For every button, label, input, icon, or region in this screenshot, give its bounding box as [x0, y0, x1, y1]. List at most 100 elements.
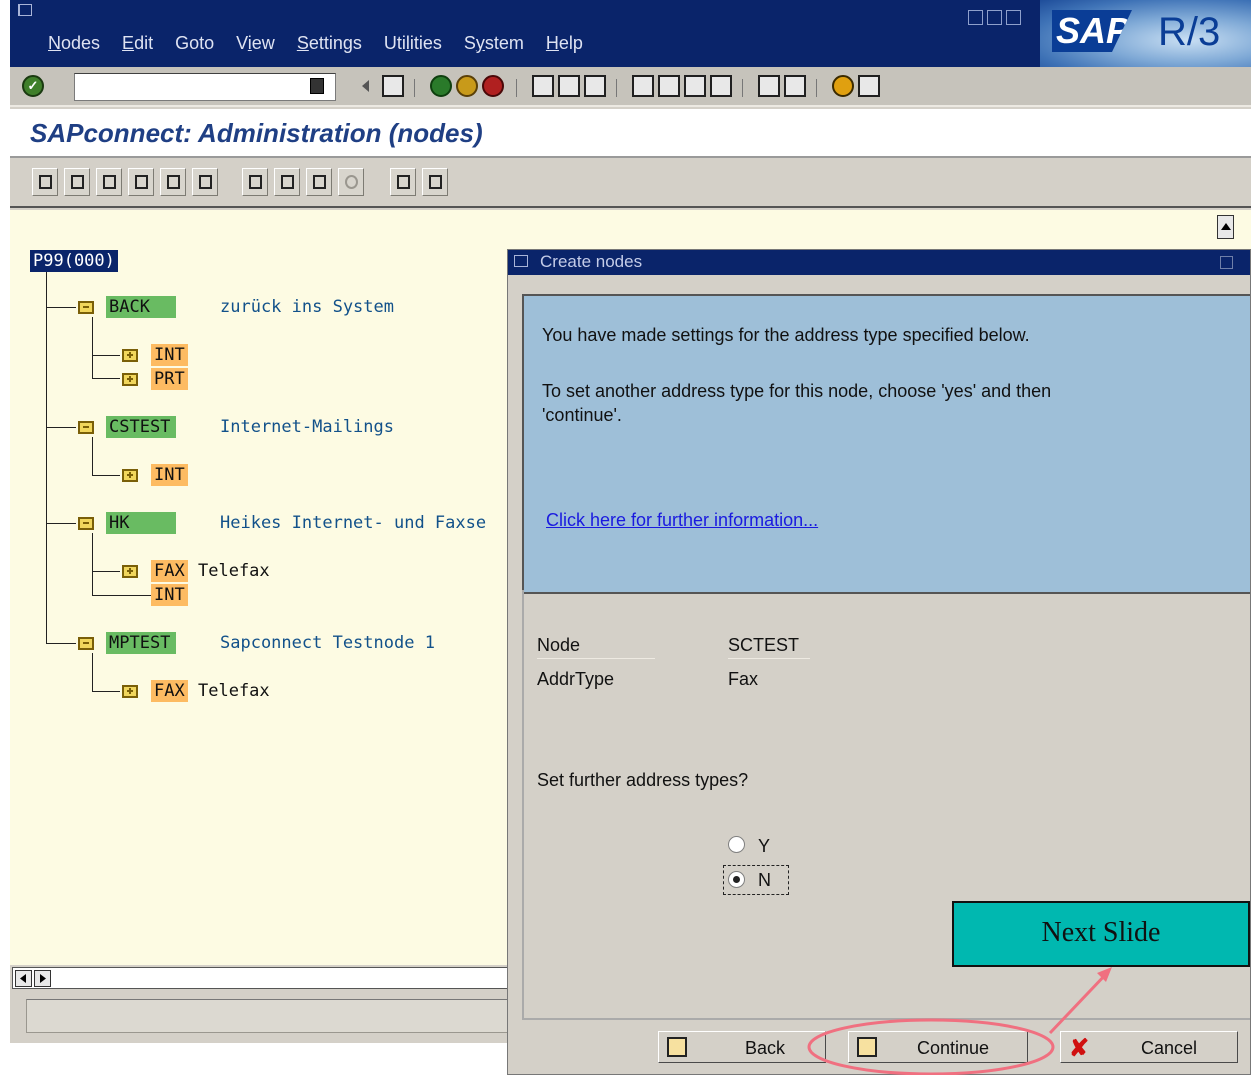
back-icon[interactable]	[430, 75, 452, 97]
collapse-button[interactable]	[306, 168, 332, 196]
radio-yes[interactable]	[728, 836, 745, 853]
refresh-icon	[249, 175, 262, 189]
delete-button[interactable]	[192, 168, 218, 196]
scroll-left-icon[interactable]	[15, 970, 32, 987]
back-button[interactable]: Back	[658, 1031, 826, 1063]
folder-closed-icon[interactable]	[122, 565, 138, 578]
menu-utilities[interactable]: Utilities	[384, 33, 442, 54]
addr-type-int[interactable]: INT	[151, 464, 188, 486]
enter-check-icon[interactable]: ✓	[22, 75, 44, 97]
tree-line	[92, 317, 93, 378]
node-cstest[interactable]: CSTEST	[106, 416, 176, 438]
menu-settings[interactable]: Settings	[297, 33, 362, 54]
routing-button[interactable]	[390, 168, 416, 196]
help-icon[interactable]	[832, 75, 854, 97]
folder-open-icon[interactable]	[78, 517, 94, 530]
folder-open-icon[interactable]	[78, 301, 94, 314]
shortcut-icon[interactable]	[784, 75, 806, 97]
copy-button[interactable]	[128, 168, 154, 196]
tree-line	[92, 437, 93, 475]
node-value: SCTEST	[728, 635, 800, 655]
first-page-icon[interactable]	[632, 75, 654, 97]
toolbar-separator	[616, 79, 617, 97]
addr-type-fax[interactable]: FAX	[151, 680, 188, 702]
find-icon[interactable]	[558, 75, 580, 97]
folder-closed-icon[interactable]	[122, 685, 138, 698]
routing-icon	[397, 175, 410, 189]
window-controls	[968, 10, 1021, 25]
folder-closed-icon[interactable]	[122, 349, 138, 362]
tree-line	[92, 533, 93, 595]
save-icon[interactable]	[382, 75, 404, 97]
node-back[interactable]: BACK	[106, 296, 176, 318]
folder-closed-icon[interactable]	[122, 373, 138, 386]
addr-type-prt[interactable]: PRT	[151, 368, 188, 390]
continue-button[interactable]: Continue	[848, 1031, 1028, 1063]
menu-help[interactable]: Help	[546, 33, 583, 54]
radio-yes-label: Y	[758, 836, 771, 856]
menu-system[interactable]: System	[464, 33, 524, 54]
display-button[interactable]	[96, 168, 122, 196]
change-button[interactable]	[64, 168, 90, 196]
application-toolbar	[10, 158, 1251, 208]
addr-type-int[interactable]: INT	[151, 584, 188, 606]
folder-open-icon[interactable]	[78, 637, 94, 650]
expand-button[interactable]	[274, 168, 300, 196]
node-mptest[interactable]: MPTEST	[106, 632, 176, 654]
tree-root-node[interactable]: P99(000)	[30, 250, 118, 272]
transport-button[interactable]	[160, 168, 186, 196]
refresh-button[interactable]	[242, 168, 268, 196]
cancel-x-icon: ✘	[1069, 1035, 1090, 1062]
command-history-icon[interactable]	[310, 78, 324, 94]
node-hk[interactable]: HK	[106, 512, 176, 534]
layout-menu-icon[interactable]	[858, 75, 880, 97]
menu-nodes[interactable]: Nodes	[48, 33, 100, 54]
menu-view[interactable]: View	[236, 33, 275, 54]
next-page-icon[interactable]	[684, 75, 706, 97]
folder-open-icon[interactable]	[78, 421, 94, 434]
dialog-menu-icon[interactable]	[514, 255, 528, 267]
scroll-up-icon[interactable]	[1217, 215, 1234, 239]
addr-type-fax[interactable]: FAX	[151, 560, 188, 582]
close-icon[interactable]	[1006, 10, 1021, 25]
continue-button-label: Continue	[917, 1038, 990, 1058]
folder-closed-icon[interactable]	[122, 469, 138, 482]
exit-icon[interactable]	[456, 75, 478, 97]
value-underline	[728, 658, 810, 659]
create-button[interactable]	[32, 168, 58, 196]
scroll-right-icon[interactable]	[34, 970, 51, 987]
addr-type-int[interactable]: INT	[151, 344, 188, 366]
question-label: Set further address types?	[537, 770, 749, 790]
menu-goto[interactable]: Goto	[175, 33, 214, 54]
page-title: SAPconnect: Administration (nodes)	[30, 118, 483, 148]
find-next-icon[interactable]	[584, 75, 606, 97]
command-field[interactable]	[74, 73, 336, 101]
horizontal-scrollbar[interactable]	[12, 967, 522, 989]
menu-edit[interactable]: Edit	[122, 33, 153, 54]
prev-arrow-icon[interactable]	[355, 75, 377, 97]
create-session-icon[interactable]	[758, 75, 780, 97]
new-document-icon	[39, 175, 52, 189]
tree-line	[46, 643, 76, 644]
cancel-icon[interactable]	[482, 75, 504, 97]
dialog-close-icon[interactable]	[1220, 256, 1233, 269]
next-slide-callout[interactable]: Next Slide	[952, 901, 1250, 967]
system-menu-icon[interactable]	[18, 4, 32, 16]
dialog-title-bar: Create nodes	[508, 250, 1250, 275]
last-page-icon[interactable]	[710, 75, 732, 97]
back-button-label: Back	[745, 1038, 786, 1058]
addrtype-label: AddrType	[537, 669, 615, 689]
title-bar: Nodes Edit Goto View Settings Utilities …	[10, 0, 1251, 67]
tree-line	[92, 378, 120, 379]
previous-page-icon[interactable]	[658, 75, 680, 97]
cancel-button[interactable]: ✘ Cancel	[1060, 1031, 1238, 1063]
continue-arrow-icon	[857, 1037, 877, 1057]
minimize-icon[interactable]	[968, 10, 983, 25]
further-info-link[interactable]: Click here for further information...	[546, 510, 818, 531]
send-process-button[interactable]	[422, 168, 448, 196]
maximize-icon[interactable]	[987, 10, 1002, 25]
radio-no[interactable]	[728, 871, 745, 888]
back-arrow-icon	[667, 1037, 687, 1057]
print-icon[interactable]	[532, 75, 554, 97]
info-text: To set another address type for this nod…	[542, 381, 1052, 401]
